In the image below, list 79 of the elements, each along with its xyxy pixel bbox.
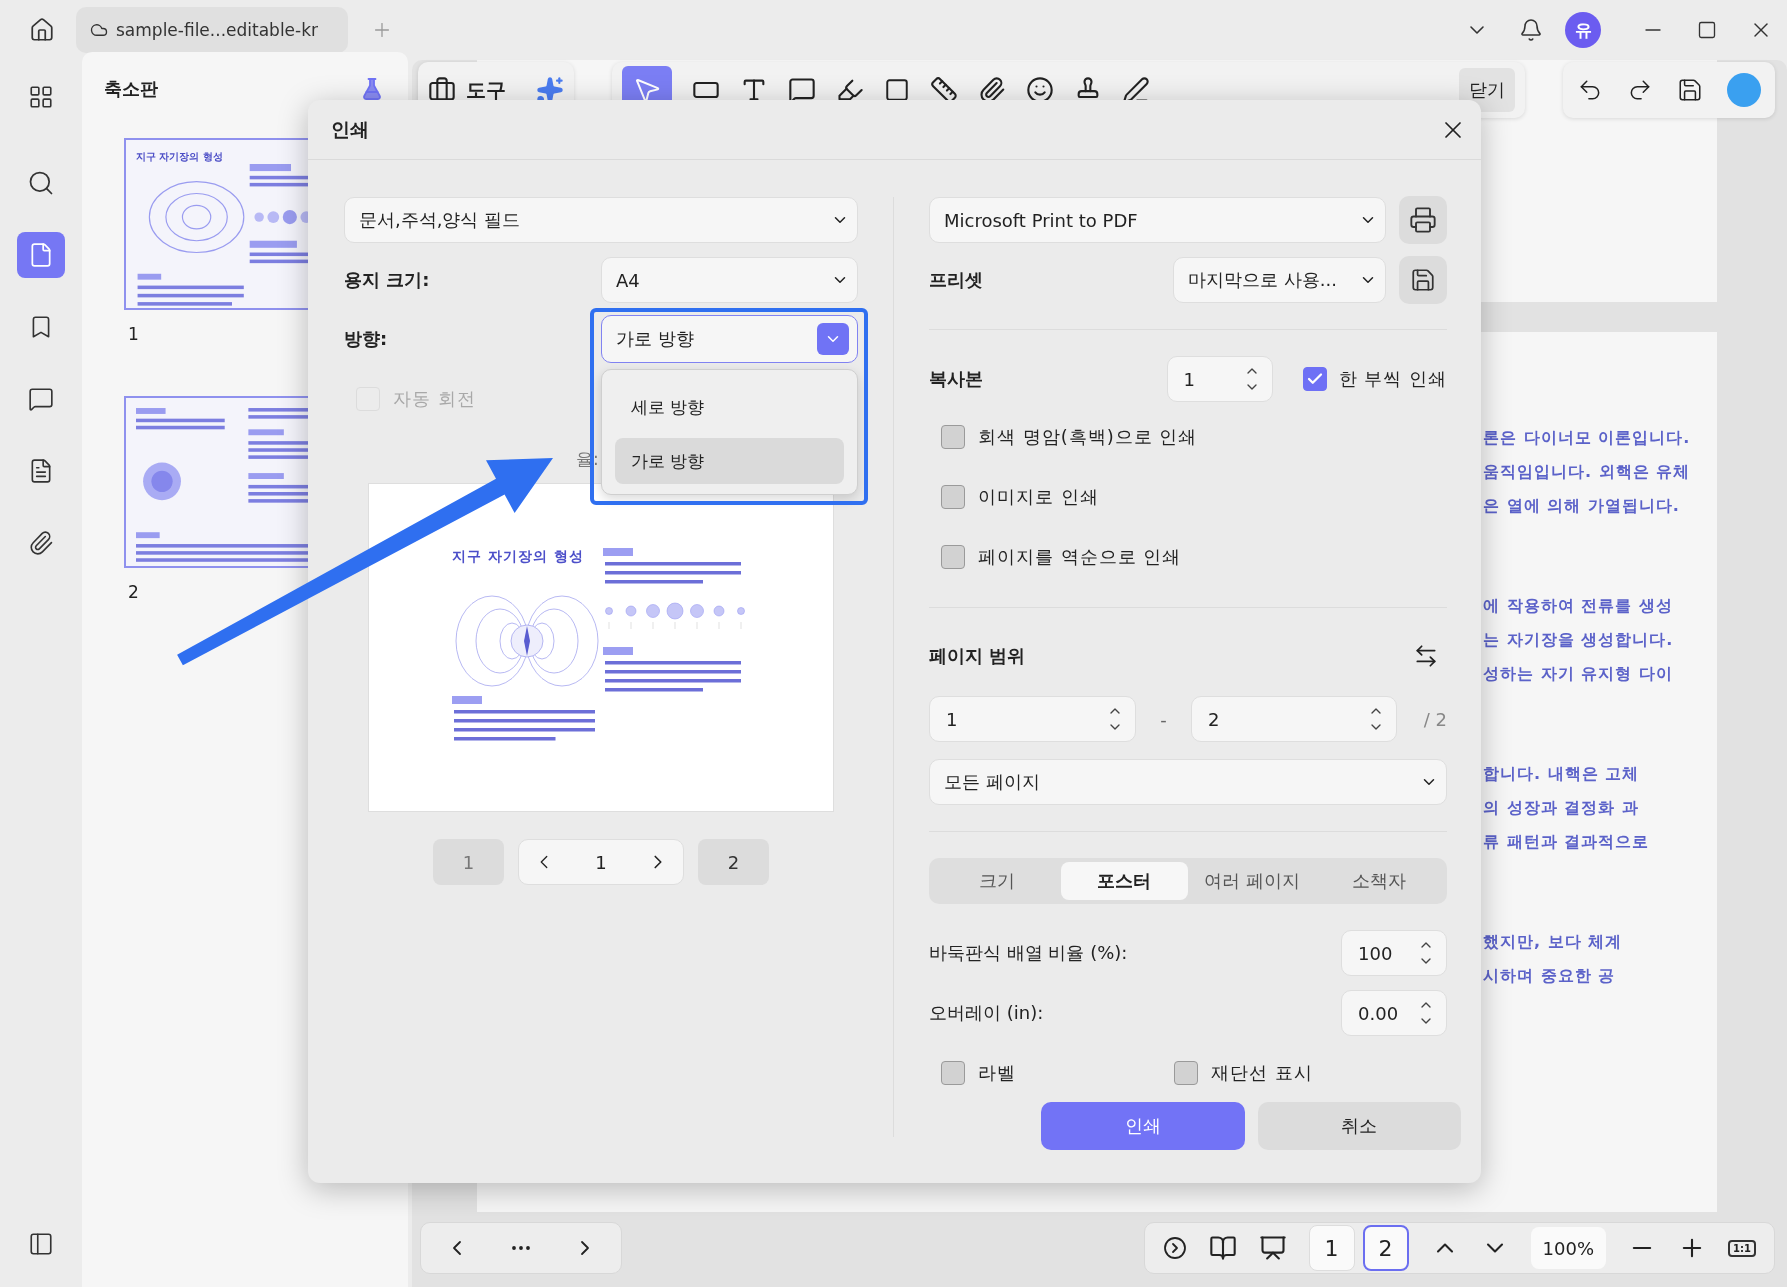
save-icon[interactable] [1677, 77, 1703, 103]
document-text: 시하며 중요한 공 [1483, 965, 1617, 987]
close-tool-button[interactable]: 닫기 [1459, 68, 1515, 112]
checkbox-label: 페이지를 역순으로 인쇄 [978, 545, 1182, 569]
checkbox-label: 한 부씩 인쇄 [1338, 367, 1447, 391]
panel-title: 축소판 [104, 77, 158, 101]
expand-icon[interactable] [1162, 1236, 1187, 1260]
printer-button[interactable] [1399, 196, 1447, 244]
document-text: 류 패턴과 결과적으로 [1483, 831, 1651, 853]
preview-title: 지구 자기장의 형성 [452, 548, 585, 566]
cloud-icon [90, 21, 108, 39]
checkbox[interactable] [941, 485, 965, 509]
field-label: 바둑판식 배열 비율 (%): [929, 941, 1129, 965]
save-icon [1410, 267, 1436, 293]
printer-icon [1409, 206, 1437, 234]
overlap-field[interactable]: 0.00 [1341, 990, 1447, 1036]
flask-icon[interactable] [360, 77, 384, 101]
current-page: 1 [595, 851, 607, 873]
document-text: 은 열에 의해 가열됩니다. [1483, 495, 1681, 517]
page-number: 1 [128, 324, 139, 344]
checkbox-label: 재단선 표시 [1211, 1061, 1313, 1085]
field-label: 방향: [344, 327, 389, 351]
page-total: / 2 [1422, 708, 1447, 730]
orientation-dropdown[interactable]: 가로 방향 [601, 315, 858, 363]
document-text: 는 자기장을 생성합니다. [1483, 629, 1675, 651]
save-preset-button[interactable] [1399, 256, 1447, 304]
checkbox[interactable] [941, 545, 965, 569]
book-icon[interactable] [1208, 1234, 1237, 1262]
page-from-field[interactable]: 1 [929, 696, 1136, 742]
cancel-button[interactable]: 취소 [1257, 1102, 1461, 1150]
field-label: 프리셋 [929, 268, 984, 292]
printer-dropdown[interactable]: Microsoft Print to PDF [929, 197, 1386, 243]
document-text: 성하는 자기 유지형 다이 [1483, 663, 1674, 685]
last-page-button[interactable]: 2 [698, 839, 769, 885]
content-dropdown[interactable]: 문서,주석,양식 필드 [344, 197, 858, 243]
square-icon[interactable] [884, 77, 910, 103]
page-to-field[interactable]: 2 [1191, 696, 1397, 742]
checkbox[interactable] [1302, 367, 1327, 391]
checkbox[interactable] [1174, 1061, 1198, 1085]
document-text: 했지만, 보다 체계 [1483, 931, 1624, 953]
mode-tab[interactable]: 여러 페이지 [1188, 862, 1316, 900]
page-number-button[interactable]: 2 [1362, 1225, 1409, 1271]
document-text: 합니다. 내핵은 고체 [1483, 763, 1641, 785]
checkbox-label: 회색 명암(흑백)으로 인쇄 [978, 425, 1198, 449]
tools-label[interactable]: 도구 [466, 76, 506, 104]
field-label: 오버레이 (in): [929, 1001, 1045, 1025]
checkbox-label: 라벨 [978, 1061, 1016, 1085]
page-icon[interactable] [17, 232, 65, 278]
user-avatar[interactable]: 유 [1565, 12, 1601, 48]
swap-pages-icon[interactable] [1413, 643, 1439, 669]
actual-size-icon[interactable]: 1:1 [1728, 1239, 1756, 1257]
document-tab[interactable]: sample-file...editable-kr [76, 7, 348, 53]
range-separator: - [1159, 708, 1168, 730]
document-text: 에 작용하여 전류를 생성 [1483, 595, 1674, 617]
document-text: 의 성장과 결정화 과 [1483, 797, 1640, 819]
checkbox[interactable] [941, 425, 965, 449]
presentation-icon[interactable] [1258, 1234, 1287, 1262]
menu-item[interactable]: 가로 방향 [615, 438, 844, 484]
checkbox[interactable] [941, 1061, 965, 1085]
print-button[interactable]: 인쇄 [1041, 1102, 1245, 1150]
page-subset-dropdown[interactable]: 모든 페이지 [929, 759, 1447, 805]
checkbox-label: 이미지로 인쇄 [978, 485, 1099, 509]
document-text: 움직임입니다. 외핵은 유체 [1483, 461, 1692, 483]
tile-scale-field[interactable]: 100 [1341, 930, 1447, 976]
thumbnail-title: 지구 자기장의 형성 [136, 150, 224, 164]
field-label: 복사본 [929, 367, 984, 391]
paper-size-dropdown[interactable]: A4 [601, 257, 858, 303]
menu-item[interactable]: 세로 방향 [615, 384, 844, 430]
mode-tab[interactable]: 크기 [933, 862, 1061, 900]
checkbox-label: 자동 회전 [393, 387, 476, 411]
mode-tab[interactable]: 소책자 [1315, 862, 1443, 900]
section-title: 페이지 범위 [929, 644, 1027, 668]
zoom-level[interactable]: 100% [1530, 1227, 1607, 1269]
document-text: 론은 다이너모 이론입니다. [1483, 427, 1692, 449]
preset-dropdown[interactable]: 마지막으로 사용... [1173, 257, 1386, 303]
page-number: 2 [128, 582, 139, 602]
copies-field[interactable]: 1 [1166, 356, 1273, 402]
mode-tab[interactable]: 포스터 [1060, 862, 1188, 900]
page-number-button[interactable]: 1 [1308, 1225, 1355, 1271]
